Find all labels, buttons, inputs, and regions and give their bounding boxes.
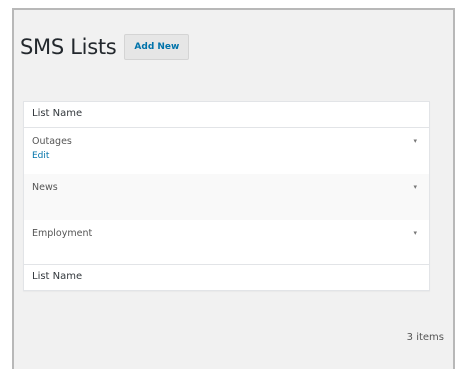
table-row: News ▾ bbox=[24, 174, 429, 220]
page-title: SMS Lists bbox=[20, 35, 117, 59]
add-new-button[interactable]: Add New bbox=[124, 34, 190, 60]
list-name: Employment bbox=[32, 228, 93, 239]
table-row: Employment ▾ bbox=[24, 220, 429, 264]
chevron-down-icon[interactable]: ▾ bbox=[413, 183, 417, 191]
items-count: 3 items bbox=[406, 332, 444, 343]
chevron-down-icon[interactable]: ▾ bbox=[413, 229, 417, 237]
table-row: Outages Edit ▾ bbox=[24, 128, 429, 174]
edit-link[interactable]: Edit bbox=[32, 151, 421, 161]
sms-lists-table: List Name Outages Edit ▾ News ▾ Employme… bbox=[23, 101, 430, 291]
chevron-down-icon[interactable]: ▾ bbox=[413, 137, 417, 145]
column-header-list-name[interactable]: List Name bbox=[24, 102, 429, 128]
heading-row: SMS Lists Add New bbox=[20, 34, 190, 60]
column-footer-list-name[interactable]: List Name bbox=[24, 264, 429, 290]
list-name: Outages bbox=[32, 136, 72, 147]
list-name: News bbox=[32, 182, 58, 193]
